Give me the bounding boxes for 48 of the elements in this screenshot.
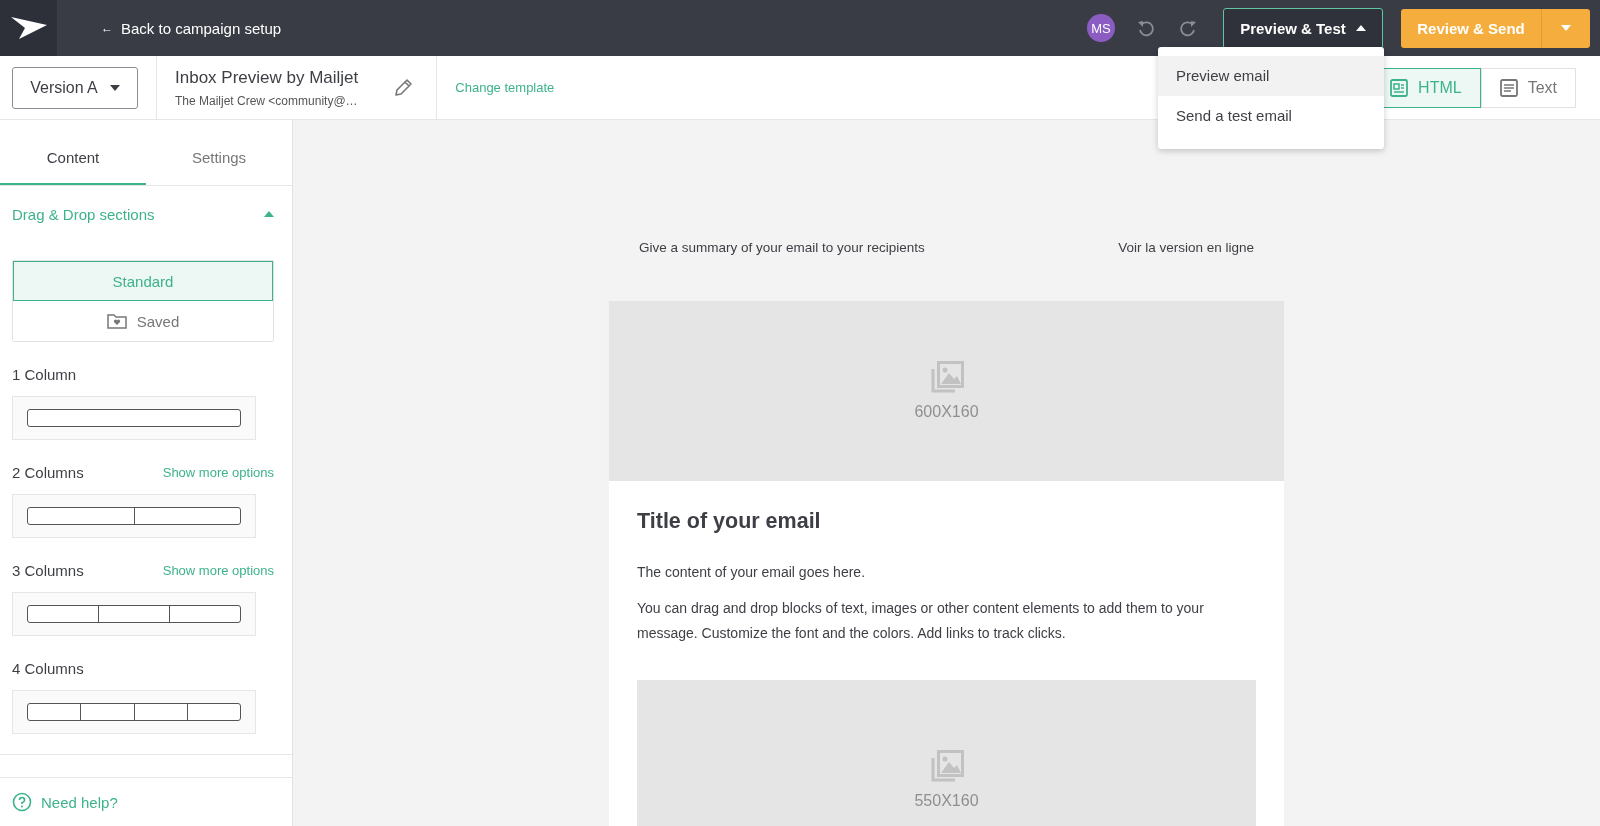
email-paragraph: You can drag and drop blocks of text, images or other content elements to add them to your message. Customize the font and the colors. Add links to track clicks.	[637, 599, 1205, 643]
library-tab[interactable]: Standard	[13, 261, 273, 301]
show-more-link[interactable]: Show more options	[162, 464, 274, 480]
show-more-link[interactable]: Show more options	[162, 562, 274, 578]
column-layout-block[interactable]	[12, 494, 256, 538]
layout-label: 2 Columns	[12, 463, 84, 481]
image-icon	[929, 361, 964, 393]
user-avatar[interactable]: MS	[1087, 14, 1115, 42]
sidebar-tab[interactable]: Settings	[146, 120, 292, 185]
image-icon	[929, 750, 964, 782]
change-template-link[interactable]: Change template	[455, 80, 555, 95]
pencil-icon	[393, 77, 414, 98]
version-dropdown[interactable]: Version A	[12, 66, 138, 109]
preheader-text: Give a summary of your email to your recipients	[639, 239, 925, 255]
document-icon	[1499, 78, 1518, 97]
web-version-link[interactable]: Voir la version en ligne	[1118, 239, 1254, 255]
caret-icon	[1355, 25, 1366, 31]
caret-icon	[1561, 25, 1571, 31]
question-icon	[12, 792, 32, 812]
menu-item[interactable]: Preview email	[1158, 56, 1384, 96]
view-toggle[interactable]: Text	[1480, 67, 1576, 108]
help-link[interactable]: Need help?	[0, 777, 292, 826]
layout-label: 3 Columns	[12, 561, 84, 579]
caret-icon	[109, 84, 120, 91]
layout-icon	[1390, 78, 1409, 97]
paper-plane-icon	[10, 17, 47, 39]
email-paragraph: The content of your email goes here.	[637, 563, 867, 582]
redo-icon	[1179, 19, 1197, 37]
layout-label: 4 Columns	[12, 659, 84, 677]
folder-heart-icon	[106, 313, 127, 329]
caret-icon	[264, 211, 274, 217]
sidebar-tab[interactable]: Content	[0, 120, 146, 185]
preview-test-button[interactable]: Preview & Test	[1223, 7, 1383, 49]
section-header[interactable]: Drag & Drop sections	[0, 186, 292, 242]
column-layout-block[interactable]	[12, 690, 256, 734]
image-placeholder[interactable]: 550X160	[637, 680, 1256, 826]
back-arrow-icon: ←	[101, 21, 113, 35]
send-options-button[interactable]	[1541, 8, 1590, 48]
back-link-label: Back to campaign setup	[121, 19, 282, 37]
column-layout-block[interactable]	[12, 396, 256, 440]
undo-icon	[1137, 19, 1155, 37]
email-title: Title of your email	[637, 509, 822, 534]
edit-button[interactable]	[392, 76, 415, 99]
column-layout-block[interactable]	[12, 592, 256, 636]
layout-label: 1 Column	[12, 365, 77, 383]
sender-text: The Mailjet Crew <community@…	[175, 93, 359, 108]
campaign-title: Inbox Preview by Mailjet	[175, 67, 359, 88]
image-placeholder[interactable]: 600X160	[609, 301, 1284, 481]
